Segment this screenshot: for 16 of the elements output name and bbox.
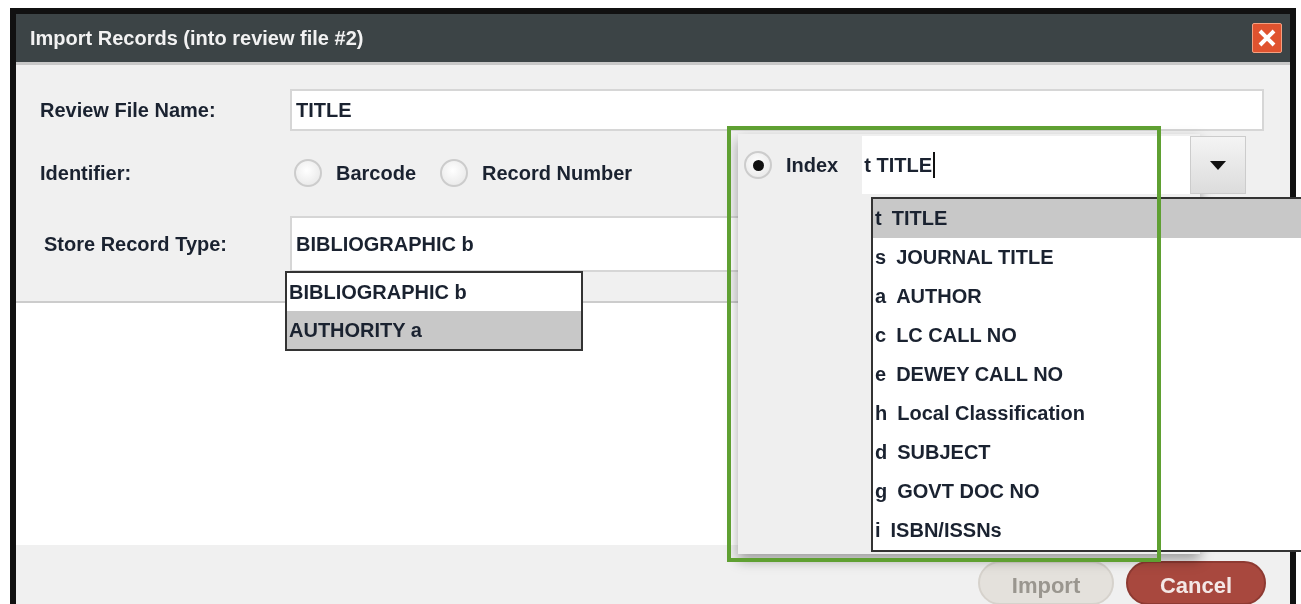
dropdown-button[interactable] [1190,136,1247,194]
field-label: Review File Name: [40,98,217,122]
radio-button[interactable]: Record Number [440,159,633,187]
field-label: Identifier: [40,161,133,185]
close-button[interactable] [1252,23,1282,53]
close-icon [1258,29,1276,47]
input-field[interactable]: TITLE [290,89,1264,131]
radio-button[interactable]: Barcode [294,159,417,187]
field-label: Store Record Type: [43,232,228,256]
radio-button[interactable]: Index [744,151,839,179]
window-title: Import Records (into review file #2) [30,26,364,50]
list-item[interactable]: t TITLE [873,199,1301,238]
list-item[interactable]: AUTHORITY a [287,311,581,349]
dialog-button[interactable]: Cancel [1126,561,1266,604]
caret-icon [1210,160,1227,170]
combo-field[interactable]: t TITLE [862,136,1191,194]
